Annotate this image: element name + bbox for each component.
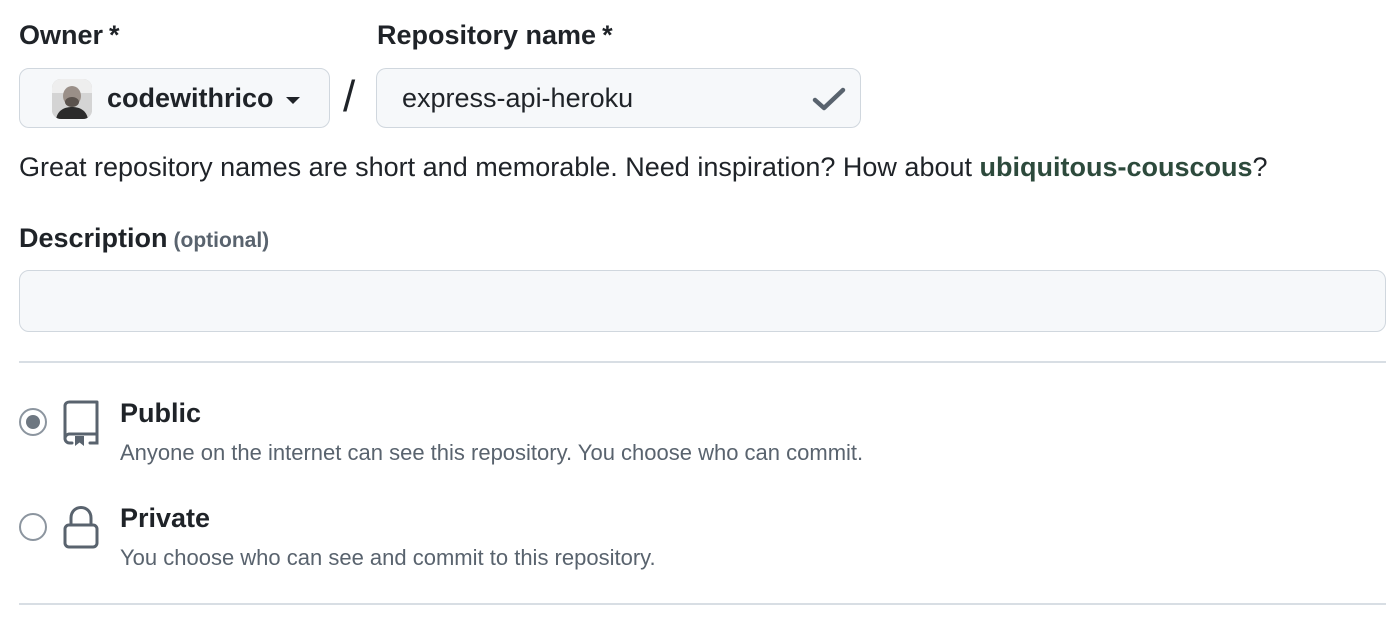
owner-name: codewithrico — [107, 83, 274, 113]
owner-select-button[interactable]: codewithrico — [19, 68, 330, 128]
avatar — [52, 79, 92, 119]
private-option-title: Private — [120, 503, 211, 533]
chevron-down-icon — [286, 97, 300, 104]
owner-required-marker: * — [109, 20, 120, 50]
new-repository-form: Owner* Repository name* codewithrico / G… — [0, 0, 1400, 622]
repository-name-input[interactable] — [376, 68, 861, 128]
radio-dot — [26, 415, 40, 429]
divider — [19, 603, 1386, 605]
public-option-description: Anyone on the internet can see this repo… — [120, 440, 864, 465]
hint-text: Great repository names are short and mem… — [19, 152, 980, 182]
repository-name-label-text: Repository name — [377, 20, 597, 50]
check-icon — [812, 87, 846, 111]
repository-required-marker: * — [602, 20, 613, 50]
repo-icon — [63, 400, 99, 446]
description-label-text: Description — [19, 223, 168, 253]
owner-repo-separator: / — [343, 72, 356, 121]
private-option-description: You choose who can see and commit to thi… — [120, 545, 656, 570]
name-suggestion-link[interactable]: ubiquitous-couscous — [980, 152, 1253, 182]
avatar-image — [52, 79, 92, 119]
public-radio[interactable] — [19, 408, 47, 436]
divider — [19, 361, 1386, 363]
hint-suffix: ? — [1252, 152, 1268, 182]
repository-name-hint: Great repository names are short and mem… — [19, 152, 1268, 183]
description-optional-text: (optional) — [173, 229, 270, 252]
public-option-title: Public — [120, 398, 202, 428]
description-input[interactable] — [19, 270, 1386, 332]
owner-label-text: Owner — [19, 20, 104, 50]
private-radio[interactable] — [19, 513, 47, 541]
lock-icon — [63, 505, 99, 549]
repository-name-label: Repository name * — [377, 20, 613, 51]
description-label: Description (optional) — [19, 223, 269, 254]
owner-label: Owner * — [19, 20, 120, 51]
